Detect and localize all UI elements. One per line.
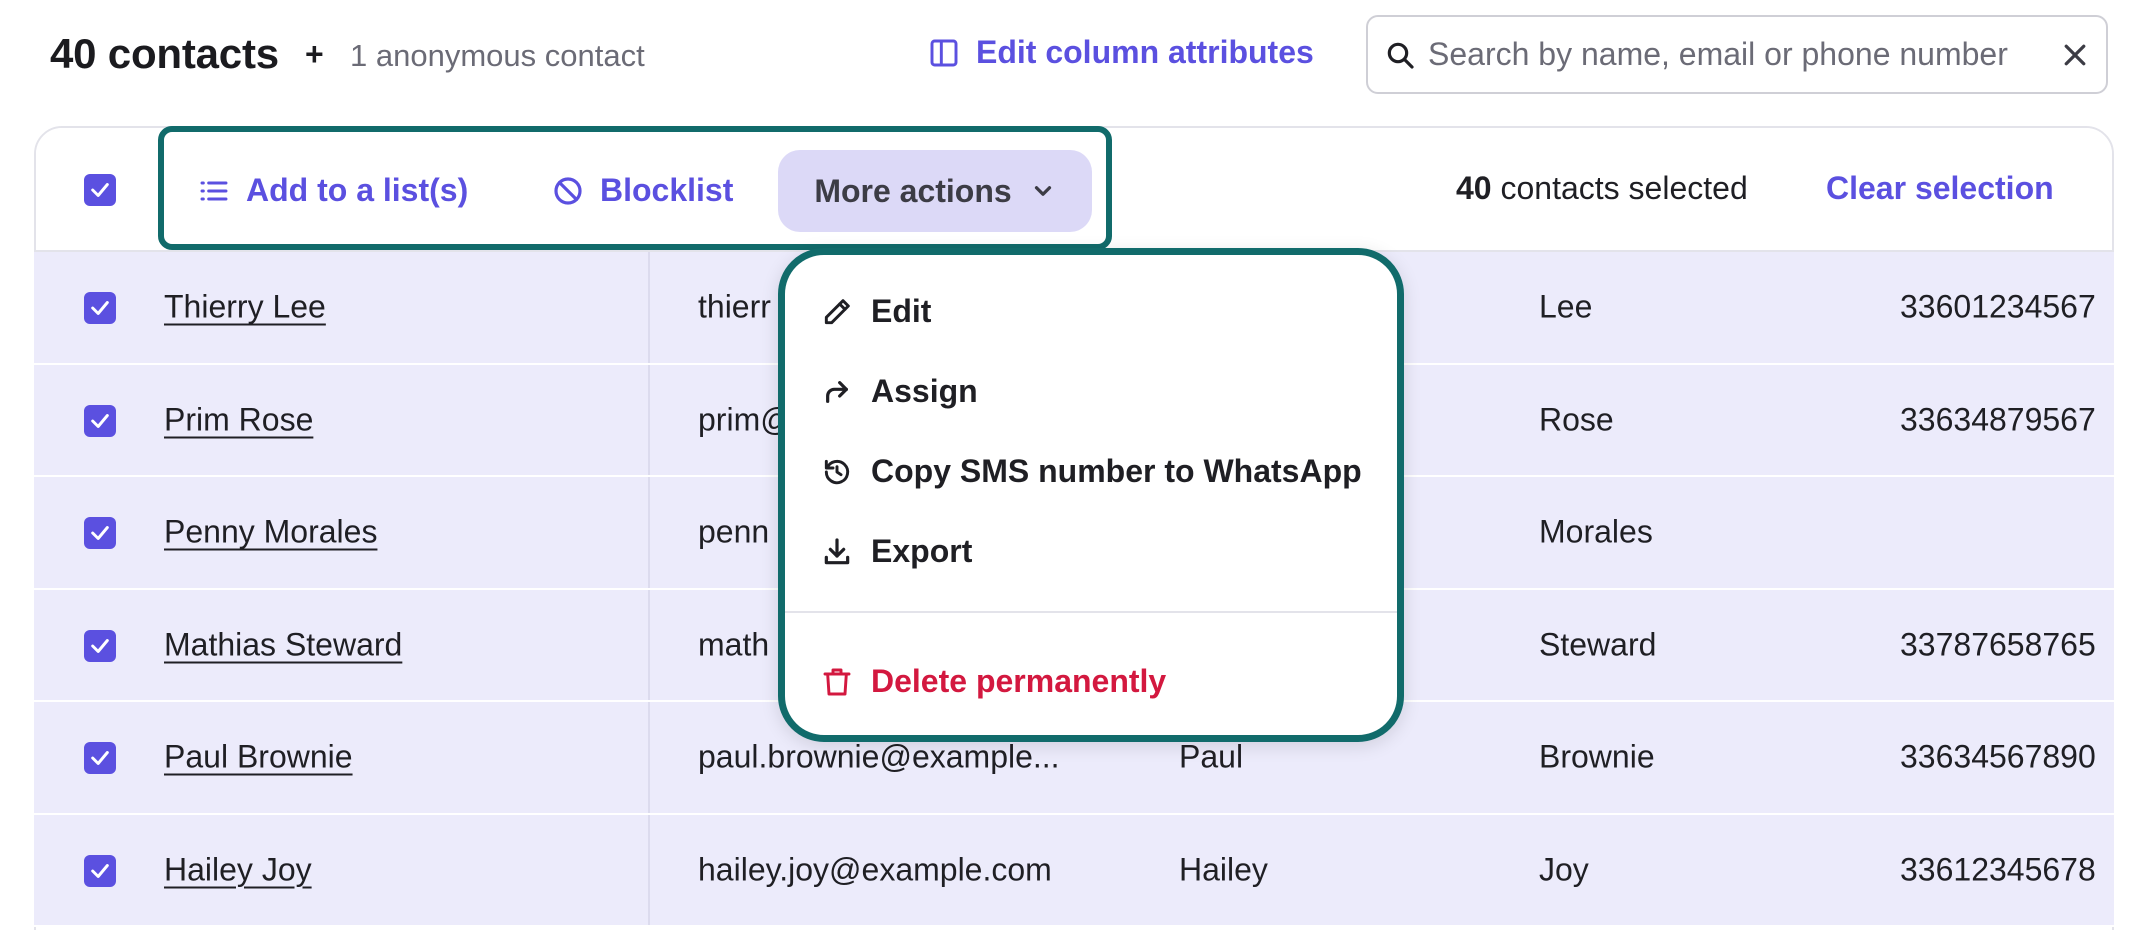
contact-last-name: Rose [1539,401,1614,438]
column-divider [648,814,650,925]
chevron-down-icon [1034,186,1051,196]
menu-item-assign-label: Assign [871,373,978,409]
menu-item-export[interactable]: Export [821,533,972,570]
menu-item-export-label: Export [871,533,973,569]
contact-last-name: Steward [1539,626,1657,663]
more-actions-menu: Edit Assign Copy SMS number to WhatsApp … [778,248,1404,742]
search-icon [1387,42,1414,69]
contact-last-name: Morales [1539,513,1653,550]
check-icon [91,183,109,197]
refresh-history-icon [824,459,850,484]
contact-phone: 33787658765 [1900,626,2096,663]
check-icon [91,751,109,765]
selection-summary: 40 contacts selected [1456,170,1748,207]
row-checkbox[interactable] [84,404,116,437]
contact-name-link[interactable]: Mathias Steward [164,626,402,663]
contact-phone: 33634879567 [1900,401,2096,438]
check-icon [91,638,109,653]
search-box[interactable] [1366,15,2108,94]
list-icon [200,181,228,200]
column-divider [648,702,650,813]
forward-arrow-icon [826,380,848,403]
contact-email: penn [698,513,770,550]
contact-name-link[interactable]: Prim Rose [164,401,313,438]
menu-item-delete[interactable]: Delete permanently [821,663,1166,700]
edit-column-attributes-button[interactable]: Edit column attributes [928,34,1314,71]
add-to-list-label: Add to a list(s) [246,172,469,208]
selected-suffix: contacts selected [1500,170,1748,206]
blocklist-button[interactable]: Blocklist [552,172,733,209]
contact-phone: 33612345678 [1900,851,2096,888]
trash-icon [823,668,851,695]
table-row: Hailey Joy hailey.joy@example.com Hailey… [34,814,2114,927]
column-divider [648,252,650,363]
column-divider [648,477,650,588]
contact-email: hailey.joy@example.com [698,851,1052,888]
check-icon [91,863,109,878]
pencil-icon [824,298,850,324]
contacts-count: 40 contacts [50,30,279,77]
column-divider [648,364,650,475]
check-icon [91,413,109,428]
contact-phone: 33601234567 [1900,288,2096,325]
contact-email: math [698,626,770,663]
clear-search-icon[interactable] [2060,40,2090,70]
contact-name-link[interactable]: Hailey Joy [164,851,312,888]
download-icon [824,537,850,564]
contact-name-link[interactable]: Penny Morales [164,514,377,551]
contact-first-name: Paul [1179,738,1244,775]
check-icon [91,526,109,540]
menu-divider [785,611,1397,613]
row-checkbox[interactable] [84,292,116,324]
row-checkbox[interactable] [84,742,116,774]
menu-item-assign[interactable]: Assign [821,373,978,410]
contact-email: paul.brownie@example... [698,738,1060,775]
columns-icon [930,39,958,66]
more-actions-button[interactable]: More actions [778,150,1092,232]
contact-last-name: Brownie [1539,738,1655,775]
column-divider [648,589,650,700]
menu-item-edit[interactable]: Edit [821,293,931,330]
clear-selection-link[interactable]: Clear selection [1826,170,2054,207]
menu-item-copy-sms[interactable]: Copy SMS number to WhatsApp [821,453,1362,490]
add-to-list-button[interactable]: Add to a list(s) [198,172,468,209]
menu-item-delete-label: Delete permanently [871,663,1167,699]
row-checkbox[interactable] [84,629,116,662]
contact-phone: 33634567890 [1900,738,2096,775]
check-icon [91,301,109,315]
more-actions-label: More actions [814,172,1012,209]
blocklist-label: Blocklist [600,172,734,208]
contact-first-name: Hailey [1179,851,1268,888]
menu-item-edit-label: Edit [871,293,932,329]
select-all-checkbox[interactable] [84,174,116,206]
header: 40 contacts + 1 anonymous contact Edit c… [0,0,2136,110]
contact-last-name: Lee [1539,288,1593,325]
contact-email: thierr [698,288,771,325]
row-checkbox[interactable] [84,854,116,887]
row-checkbox[interactable] [84,517,116,549]
contact-name-link[interactable]: Thierry Lee [164,289,326,326]
search-input[interactable] [1428,36,2060,73]
selected-count: 40 [1456,170,1492,206]
edit-column-attributes-label: Edit column attributes [976,34,1314,70]
contact-name-link[interactable]: Paul Brownie [164,739,353,776]
plus-sign: + [305,36,324,72]
block-icon [554,176,582,205]
menu-item-copy-sms-label: Copy SMS number to WhatsApp [871,453,1362,489]
contact-last-name: Joy [1539,851,1589,888]
anonymous-contact-count: 1 anonymous contact [350,38,645,73]
